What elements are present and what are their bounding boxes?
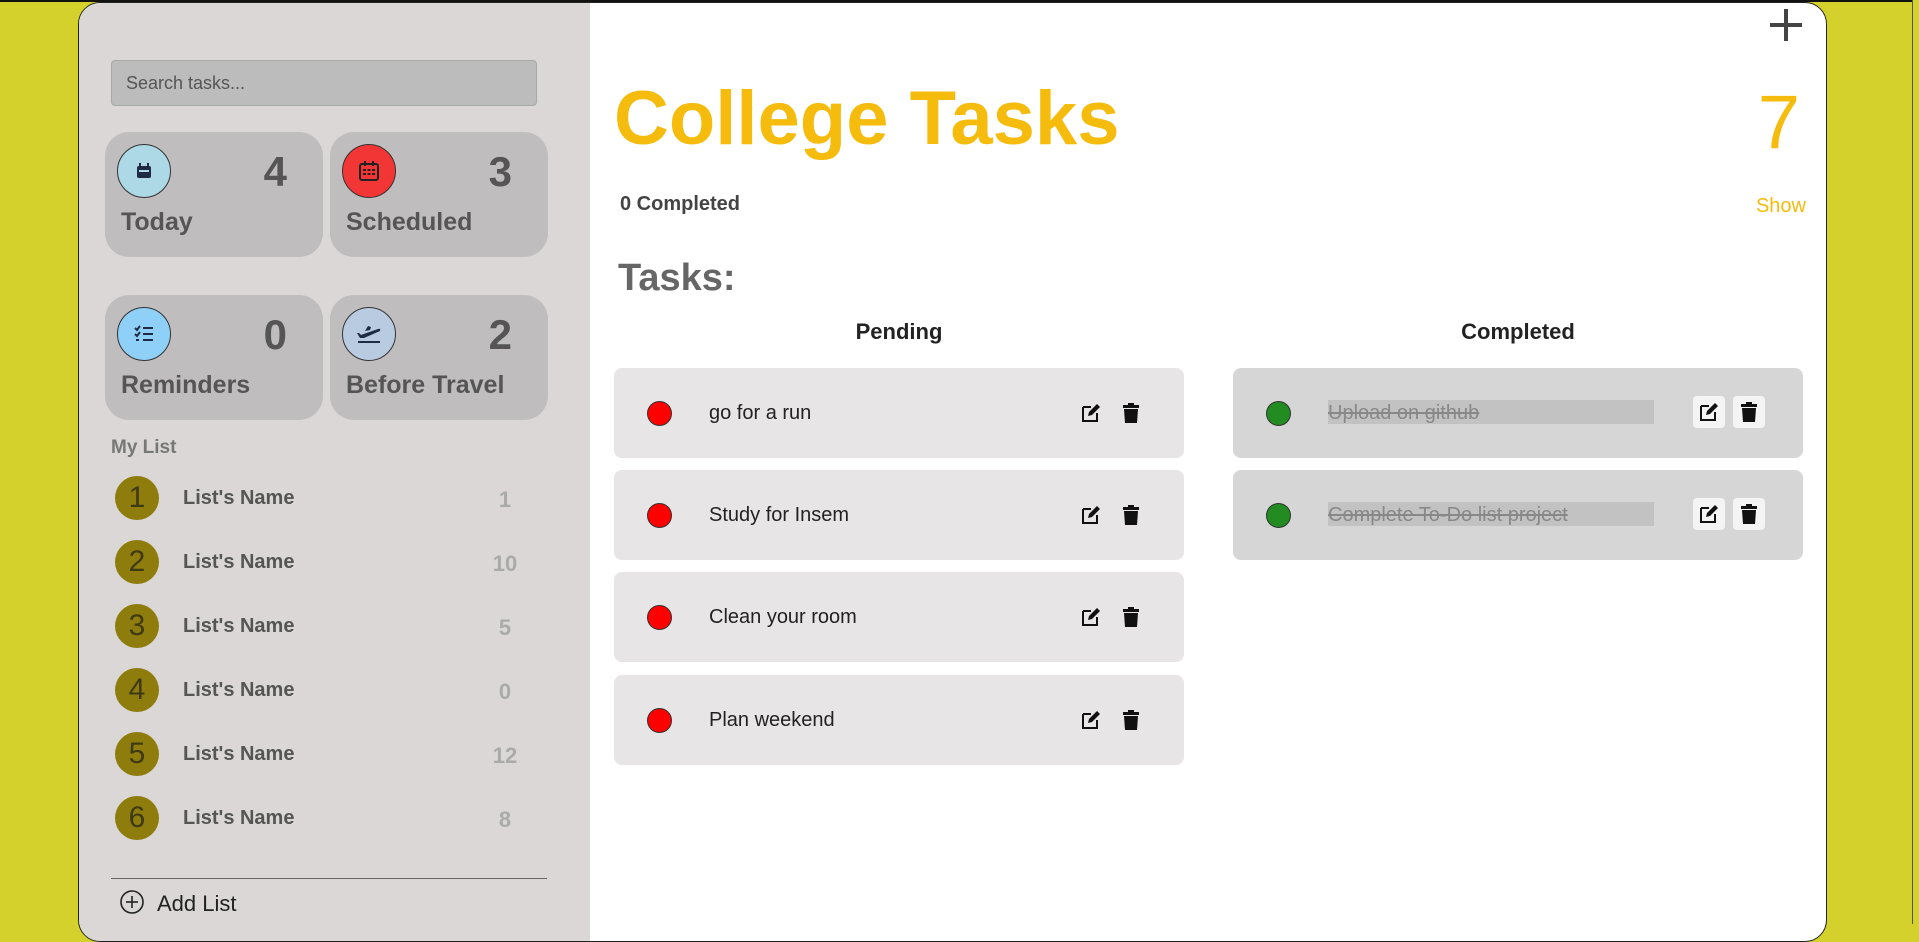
edit-icon[interactable] (1078, 707, 1104, 733)
edit-icon[interactable] (1693, 498, 1725, 530)
sidebar: 4 Today 3 Scheduled 0 Reminders 2 Before… (79, 3, 590, 941)
pending-task[interactable]: Clean your room (614, 572, 1184, 662)
main-panel: College Tasks 7 0 Completed Show Tasks: … (590, 3, 1826, 941)
edit-icon[interactable] (1078, 400, 1104, 426)
task-text: Complete To-Do list project (1328, 502, 1654, 526)
trash-icon[interactable] (1118, 400, 1144, 426)
completed-task[interactable]: Complete To-Do list project (1233, 470, 1803, 560)
pending-heading: Pending (855, 319, 943, 344)
show-completed-link[interactable]: Show (1756, 195, 1806, 218)
list-item[interactable]: 4 List's Name 0 (115, 668, 535, 714)
completed-heading: Completed (1461, 319, 1575, 344)
list-count: 1 (498, 487, 512, 512)
status-dot[interactable] (647, 708, 672, 733)
today-label: Today (121, 208, 193, 236)
status-dot[interactable] (1266, 503, 1291, 528)
completed-task[interactable]: Upload on github (1233, 368, 1803, 458)
scheduled-label: Scheduled (346, 208, 473, 236)
trash-icon[interactable] (1733, 396, 1765, 428)
list-number-badge: 1 (115, 476, 159, 520)
plus-circle-icon (119, 889, 145, 920)
checklist-icon (117, 307, 171, 361)
task-text: Upload on github (1328, 400, 1654, 424)
app-window: 4 Today 3 Scheduled 0 Reminders 2 Before… (78, 2, 1827, 942)
list-item[interactable]: 2 List's Name 10 (115, 540, 535, 586)
before-travel-count: 2 (488, 311, 512, 358)
trash-icon[interactable] (1118, 707, 1144, 733)
list-number-badge: 3 (115, 604, 159, 648)
page-title: College Tasks (614, 76, 1120, 161)
list-number-badge: 5 (115, 732, 159, 776)
edit-icon[interactable] (1078, 604, 1104, 630)
edit-icon[interactable] (1078, 502, 1104, 528)
add-task-button[interactable] (1766, 7, 1806, 47)
list-item[interactable]: 6 List's Name 8 (115, 796, 535, 842)
task-text: Plan weekend (709, 709, 835, 731)
calendar-icon (117, 144, 171, 198)
pending-task[interactable]: Study for Insem (614, 470, 1184, 560)
card-scheduled[interactable]: 3 Scheduled (330, 132, 548, 257)
list-count: 8 (498, 807, 512, 832)
trash-icon[interactable] (1118, 502, 1144, 528)
list-number-badge: 2 (115, 540, 159, 584)
status-dot[interactable] (647, 605, 672, 630)
list-item[interactable]: 3 List's Name 5 (115, 604, 535, 650)
before-travel-label: Before Travel (346, 371, 505, 399)
plane-departure-icon (342, 307, 396, 361)
my-list-title: My List (111, 437, 177, 458)
add-list-label: Add List (157, 891, 237, 916)
pending-task[interactable]: go for a run (614, 368, 1184, 458)
list-count: 12 (492, 743, 518, 768)
list-name: List's Name (183, 551, 295, 573)
window-edge (1912, 0, 1919, 924)
trash-icon[interactable] (1733, 498, 1765, 530)
total-task-count: 7 (1757, 80, 1800, 165)
list-name: List's Name (183, 743, 295, 765)
list-item[interactable]: 1 List's Name 1 (115, 476, 535, 522)
list-name: List's Name (183, 807, 295, 829)
pending-task[interactable]: Plan weekend (614, 675, 1184, 765)
task-text: Study for Insem (709, 504, 850, 526)
list-name: List's Name (183, 615, 295, 637)
reminders-count: 0 (263, 311, 287, 358)
add-list-button[interactable]: Add List (119, 887, 237, 921)
status-dot[interactable] (647, 401, 672, 426)
today-count: 4 (263, 148, 287, 195)
reminders-label: Reminders (121, 371, 251, 399)
completed-count: 0 Completed (620, 193, 741, 215)
list-name: List's Name (183, 487, 295, 509)
card-reminders[interactable]: 0 Reminders (105, 295, 323, 420)
list-count: 10 (492, 551, 518, 576)
search-input[interactable] (111, 60, 537, 106)
trash-icon[interactable] (1118, 604, 1144, 630)
list-number-badge: 6 (115, 796, 159, 840)
list-name: List's Name (183, 679, 295, 701)
list-count: 5 (498, 615, 512, 640)
status-dot[interactable] (647, 503, 672, 528)
scheduled-count: 3 (488, 148, 512, 195)
edit-icon[interactable] (1693, 396, 1725, 428)
list-number-badge: 4 (115, 668, 159, 712)
card-today[interactable]: 4 Today (105, 132, 323, 257)
task-text: go for a run (709, 402, 812, 424)
tasks-heading: Tasks: (618, 257, 736, 299)
card-before-travel[interactable]: 2 Before Travel (330, 295, 548, 420)
task-text: Clean your room (709, 606, 857, 628)
list-count: 0 (498, 679, 512, 704)
status-dot[interactable] (1266, 401, 1291, 426)
divider (111, 878, 547, 879)
plus-icon (1770, 9, 1802, 41)
calendar-grid-icon (342, 144, 396, 198)
list-item[interactable]: 5 List's Name 12 (115, 732, 535, 778)
